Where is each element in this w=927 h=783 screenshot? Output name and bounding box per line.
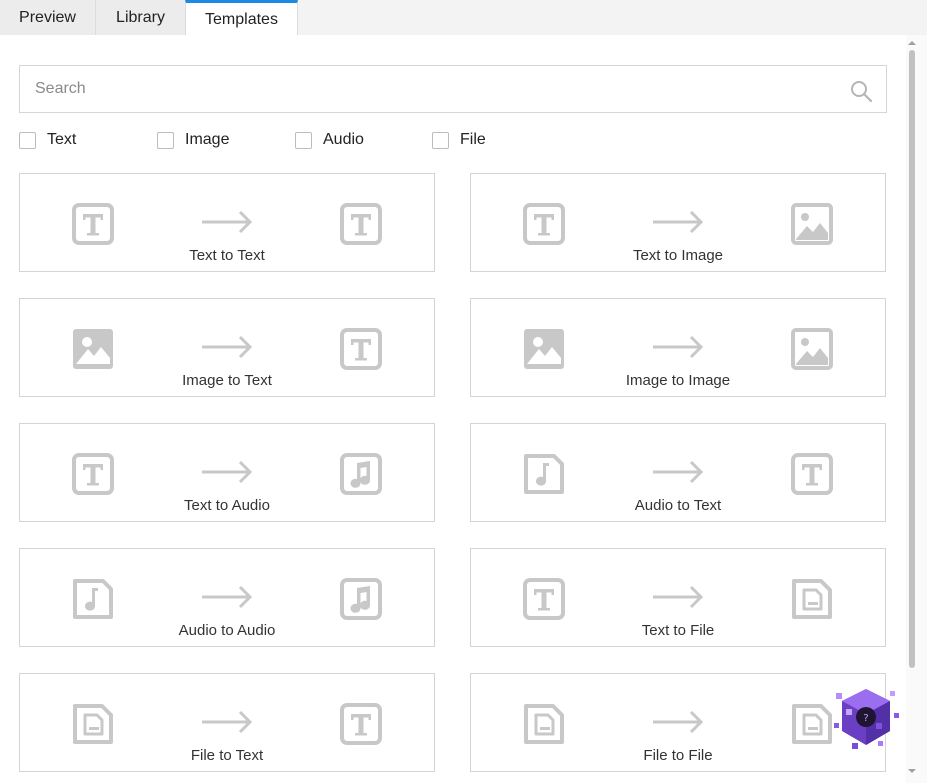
templates-panel: Text Image Audio File Text to Text Text … xyxy=(0,35,906,783)
search-box xyxy=(19,65,887,113)
template-card-file-to-file[interactable]: File to File xyxy=(470,673,886,772)
arrow-right-icon xyxy=(201,585,253,609)
arrow-right-icon xyxy=(652,460,704,484)
text-icon xyxy=(72,203,114,245)
audio-icon xyxy=(340,578,382,620)
template-card-label: Text to Audio xyxy=(184,497,270,514)
text-icon xyxy=(340,328,382,370)
image-icon xyxy=(72,328,114,370)
template-card-label: Text to Image xyxy=(632,247,724,264)
tab-templates[interactable]: Templates xyxy=(185,0,298,36)
file-icon xyxy=(523,703,565,745)
text-icon xyxy=(791,453,833,495)
template-card-label: Audio to Text xyxy=(634,497,722,514)
arrow-right-icon xyxy=(201,210,253,234)
scroll-up-icon[interactable] xyxy=(907,38,917,48)
filter-audio[interactable]: Audio xyxy=(295,129,364,151)
template-card-text-to-file[interactable]: Text to File xyxy=(470,548,886,647)
audio-icon xyxy=(72,578,114,620)
filter-text-label: Text xyxy=(47,131,77,148)
scroll-down-icon[interactable] xyxy=(907,766,917,776)
tab-bar: Preview Library Templates xyxy=(0,0,927,36)
arrow-right-icon xyxy=(201,710,253,734)
filter-image-checkbox[interactable] xyxy=(157,131,174,149)
audio-icon xyxy=(523,453,565,495)
arrow-right-icon xyxy=(201,460,253,484)
search-input[interactable] xyxy=(20,66,840,112)
assistant-cube-icon[interactable]: ? xyxy=(832,683,900,753)
tab-library[interactable]: Library xyxy=(95,0,186,35)
template-card-label: File to Text xyxy=(190,747,264,764)
image-icon xyxy=(523,328,565,370)
filter-audio-checkbox[interactable] xyxy=(295,131,312,149)
arrow-right-icon xyxy=(652,585,704,609)
file-icon xyxy=(791,578,833,620)
filter-row: Text Image Audio File xyxy=(19,129,619,151)
template-card-label: Text to Text xyxy=(189,247,265,264)
template-card-audio-to-text[interactable]: Audio to Text xyxy=(470,423,886,522)
image-icon xyxy=(791,328,833,370)
arrow-right-icon xyxy=(201,335,253,359)
audio-icon xyxy=(340,453,382,495)
template-card-label: File to File xyxy=(643,747,713,764)
template-card-image-to-image[interactable]: Image to Image xyxy=(470,298,886,397)
filter-file-label: File xyxy=(460,131,486,148)
filter-image-label: Image xyxy=(185,131,230,148)
template-card-label: Audio to Audio xyxy=(178,622,276,639)
text-icon xyxy=(340,203,382,245)
text-icon xyxy=(340,703,382,745)
text-icon xyxy=(523,203,565,245)
search-icon[interactable] xyxy=(850,80,872,102)
arrow-right-icon xyxy=(652,335,704,359)
image-icon xyxy=(791,203,833,245)
template-card-audio-to-audio[interactable]: Audio to Audio xyxy=(19,548,435,647)
template-card-label: Text to File xyxy=(641,622,715,639)
filter-file-checkbox[interactable] xyxy=(432,131,449,149)
template-card-label: Image to Text xyxy=(182,372,272,389)
template-card-text-to-image[interactable]: Text to Image xyxy=(470,173,886,272)
file-icon xyxy=(791,703,833,745)
filter-image[interactable]: Image xyxy=(157,129,229,151)
arrow-right-icon xyxy=(652,210,704,234)
template-card-text-to-text[interactable]: Text to Text xyxy=(19,173,435,272)
file-icon xyxy=(72,703,114,745)
filter-text-checkbox[interactable] xyxy=(19,131,36,149)
template-card-file-to-text[interactable]: File to Text xyxy=(19,673,435,772)
template-card-label: Image to Image xyxy=(625,372,731,389)
tab-preview[interactable]: Preview xyxy=(0,0,96,35)
filter-text[interactable]: Text xyxy=(19,129,76,151)
template-card-image-to-text[interactable]: Image to Text xyxy=(19,298,435,397)
filter-file[interactable]: File xyxy=(432,129,486,151)
svg-text:?: ? xyxy=(863,713,868,724)
text-icon xyxy=(523,578,565,620)
text-icon xyxy=(72,453,114,495)
scrollbar-thumb[interactable] xyxy=(909,50,915,668)
filter-audio-label: Audio xyxy=(323,131,364,148)
template-card-text-to-audio[interactable]: Text to Audio xyxy=(19,423,435,522)
arrow-right-icon xyxy=(652,710,704,734)
